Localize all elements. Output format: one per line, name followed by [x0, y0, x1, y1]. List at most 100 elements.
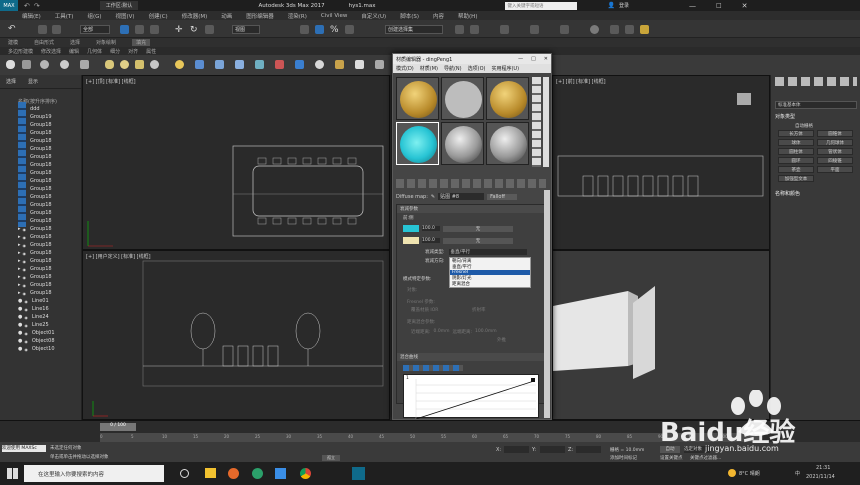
color-swatch-front[interactable]	[403, 225, 419, 232]
expand-arrow-icon[interactable]: ▸	[18, 258, 21, 264]
system-icon[interactable]	[275, 60, 284, 69]
eye-icon[interactable]: ◉	[23, 291, 27, 296]
geosphere-button[interactable]: 几何球体	[817, 139, 853, 146]
scene-tab-display[interactable]: 显示	[28, 78, 38, 85]
menu-item[interactable]: Civil View	[321, 13, 347, 19]
undo-icon[interactable]: ↶	[24, 2, 30, 10]
near-field[interactable]: 0.0mm	[434, 329, 450, 335]
clock-time[interactable]: 21:31	[816, 465, 830, 471]
map-type-button[interactable]: Falloff	[487, 193, 518, 200]
isolate-toggle[interactable]: 孤立	[322, 455, 340, 461]
value-side[interactable]: 100.0	[422, 238, 440, 243]
light-icon[interactable]	[150, 60, 159, 69]
autogrid-checkbox[interactable]: 自动栅格	[795, 123, 813, 129]
material-slot-3[interactable]	[486, 77, 529, 120]
expand-arrow-icon[interactable]: ▸	[18, 234, 21, 240]
taskbar-search[interactable]: 在这里输入你要搜索的内容	[24, 465, 164, 482]
clock-date[interactable]: 2021/11/14	[806, 474, 835, 480]
angle-snap-icon[interactable]	[315, 25, 324, 34]
camera-icon[interactable]	[22, 60, 31, 69]
viewport-user[interactable]: [+] [用户定义] [标准] [线框]	[82, 250, 390, 420]
override-ior-checkbox[interactable]: 覆盖材质 IOR	[411, 307, 438, 313]
rotate-icon[interactable]: ↻	[190, 25, 199, 35]
menu-item[interactable]: 图形编辑器	[246, 12, 274, 20]
render-icon[interactable]	[640, 25, 649, 34]
render-frame-icon[interactable]	[625, 25, 634, 34]
workspace-dropdown[interactable]: 工作区:默认	[99, 1, 139, 10]
explorer-icon[interactable]	[205, 468, 216, 478]
menu-item[interactable]: 自定义(U)	[361, 12, 386, 20]
falloff-type-dropdown[interactable]: 垂直/平行	[448, 249, 527, 255]
visibility-icon[interactable]: ●	[18, 322, 22, 328]
box-icon[interactable]	[80, 60, 89, 69]
windows-start-icon[interactable]	[7, 468, 18, 479]
eye-icon[interactable]: ◉	[23, 283, 27, 288]
tree-row[interactable]: ▸◉Group18	[18, 257, 80, 265]
scale-icon[interactable]	[205, 25, 214, 34]
modifier-icon[interactable]	[295, 60, 304, 69]
cylinder-icon[interactable]	[105, 60, 114, 69]
z-field[interactable]	[576, 446, 601, 453]
scene-tab-select[interactable]: 选择	[6, 78, 16, 85]
tree-row[interactable]: ● ◉ Line16	[18, 305, 80, 313]
tree-row[interactable]: ▸◉Group18	[18, 281, 80, 289]
viewport-top[interactable]: [+] [顶] [标准] [线框]	[82, 75, 390, 250]
close-button[interactable]: ✕	[742, 2, 748, 10]
select-icon[interactable]	[120, 25, 129, 34]
rect-select-icon[interactable]	[150, 25, 159, 34]
expand-arrow-icon[interactable]: ▸	[18, 242, 21, 248]
expand-arrow-icon[interactable]: ▸	[18, 282, 21, 288]
ribbon-tab[interactable]: 自由形式	[34, 39, 54, 46]
ime-indicator[interactable]: 中	[795, 470, 800, 477]
mat-minimize-button[interactable]: —	[518, 56, 523, 62]
reference-dropdown[interactable]: 视图	[232, 25, 260, 34]
tree-row[interactable]: ▸◉Group18	[18, 241, 80, 249]
cone-button[interactable]: 圆锥体	[817, 130, 853, 137]
tree-row[interactable]: ● ◉ Object10	[18, 345, 80, 353]
visibility-icon[interactable]: ●	[18, 346, 22, 352]
material-slot-5[interactable]	[441, 122, 484, 165]
mat-menu-item[interactable]: 模式(D)	[396, 65, 414, 72]
menu-item[interactable]: 帮助(H)	[458, 12, 477, 20]
mirror-icon[interactable]	[455, 25, 464, 34]
material-slot-6[interactable]	[486, 122, 529, 165]
menu-item[interactable]: 工具(T)	[55, 12, 74, 20]
spinner-snap-icon[interactable]	[345, 25, 354, 34]
eye-icon[interactable]: ◉	[24, 315, 28, 320]
mat-menu-item[interactable]: 选项(O)	[468, 65, 486, 72]
mix-curve-graph[interactable]: 1	[403, 374, 539, 419]
option-item[interactable]: 距离混合	[450, 281, 530, 287]
undo-icon[interactable]: ↶	[8, 24, 17, 34]
move-icon[interactable]: ✛	[175, 25, 184, 35]
ribbon-subtab[interactable]: 细分	[110, 48, 120, 55]
tree-row[interactable]: ▸◉Group18	[18, 273, 80, 281]
torus-icon[interactable]	[120, 60, 129, 69]
eye-icon[interactable]: ◉	[24, 331, 28, 336]
warp-icon[interactable]	[255, 60, 264, 69]
add-time-tag[interactable]: 添加时间标记	[610, 455, 637, 461]
viewport-front[interactable]: [+] [前] [标准] [线框]	[552, 75, 770, 250]
expand-arrow-icon[interactable]: ▸	[18, 274, 21, 280]
tree-row[interactable]: ● ◉ Line25	[18, 321, 80, 329]
ribbon-subtab[interactable]: 多边形建模	[8, 48, 33, 55]
tree-row[interactable]: ● ◉ Object08	[18, 337, 80, 345]
menu-item[interactable]: 脚本(S)	[400, 12, 419, 20]
box-button[interactable]: 长方体	[778, 130, 814, 137]
menu-item[interactable]: 修改器(M)	[182, 12, 208, 20]
eye-icon[interactable]: ◉	[24, 323, 28, 328]
selection-set-dropdown[interactable]: 创建选择集	[385, 25, 443, 34]
menu-item[interactable]: 内容	[433, 12, 444, 20]
eye-icon[interactable]: ◉	[23, 235, 27, 240]
extrapolate-checkbox[interactable]: 外推	[497, 337, 506, 343]
paint-icon[interactable]	[335, 60, 344, 69]
pyramid-button[interactable]: 四棱锥	[817, 157, 853, 164]
sphere-button[interactable]: 球体	[778, 139, 814, 146]
unlink-icon[interactable]	[52, 25, 61, 34]
y-field[interactable]	[540, 446, 565, 453]
time-slider[interactable]: 0 / 100	[100, 423, 136, 431]
eye-icon[interactable]: ◉	[24, 339, 28, 344]
ribbon-tab[interactable]: 选择	[70, 39, 80, 46]
material-editor-icon[interactable]	[590, 25, 599, 34]
slot-scrollbar[interactable]	[543, 77, 549, 167]
maximize-button[interactable]: □	[716, 2, 722, 9]
